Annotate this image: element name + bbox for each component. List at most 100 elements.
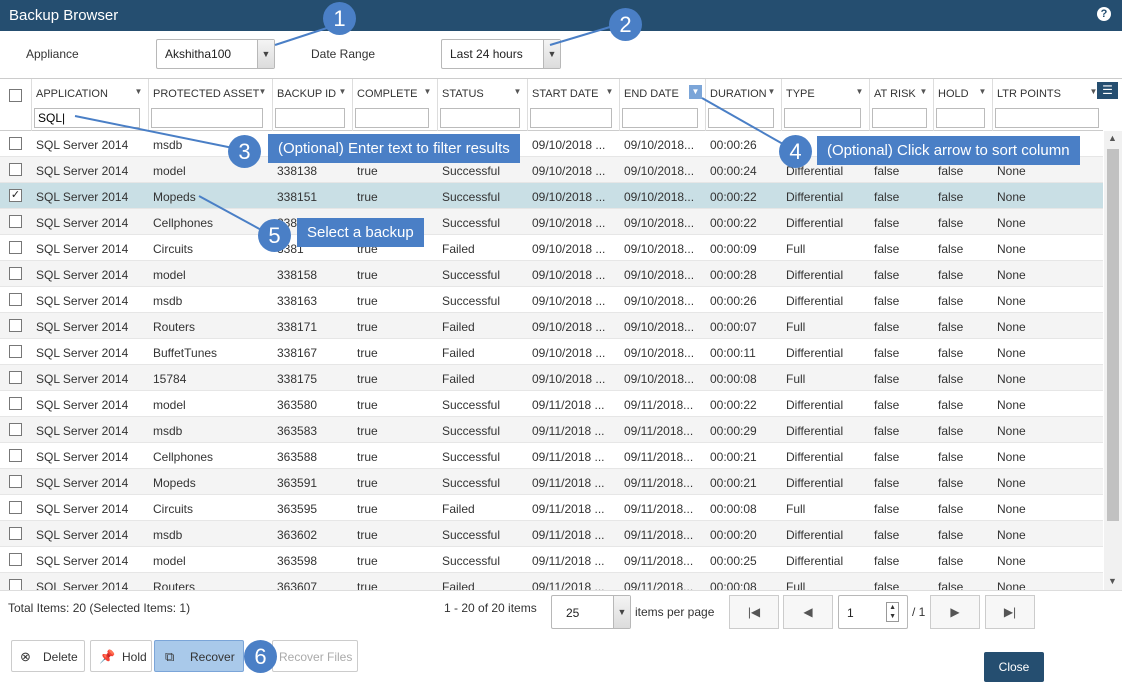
scroll-up-icon[interactable]: ▲ [1108, 133, 1117, 143]
chevron-down-icon[interactable]: ▼ [257, 40, 274, 68]
row-checkbox[interactable] [9, 423, 22, 436]
row-checkbox[interactable] [9, 371, 22, 384]
last-page-button[interactable]: ▶| [985, 595, 1035, 629]
table-row[interactable]: SQL Server 2014 model 338158 true Successful… [0, 261, 1103, 287]
column-header-hold[interactable]: HOLD ▼ [933, 79, 992, 131]
table-row[interactable]: SQL Server 2014 Routers 363607 true Failed 09… [0, 573, 1103, 590]
filter-input-at_risk[interactable] [872, 108, 927, 128]
sort-arrow-icon[interactable]: ▼ [853, 85, 866, 99]
table-row[interactable]: SQL Server 2014 Cellphones Successful 09/10… [0, 209, 1103, 235]
filter-input-status[interactable] [440, 108, 520, 128]
row-checkbox[interactable] [9, 449, 22, 462]
hold-button[interactable]: 📌 Hold [90, 640, 152, 672]
sort-arrow-icon[interactable]: ▼ [976, 85, 989, 99]
column-header-type[interactable]: TYPE ▼ [781, 79, 869, 131]
delete-button[interactable]: ⊗ Delete [11, 640, 85, 672]
help-icon[interactable]: ? [1097, 7, 1111, 21]
cell-asset: Mopeds [153, 476, 196, 490]
row-checkbox[interactable] [9, 345, 22, 358]
column-header-end[interactable]: END DATE ▼ [619, 79, 705, 131]
sort-arrow-icon[interactable]: ▼ [603, 85, 616, 99]
row-checkbox[interactable] [9, 163, 22, 176]
chevron-down-icon[interactable]: ▼ [543, 40, 560, 68]
select-all-checkbox[interactable] [9, 89, 22, 102]
row-checkbox[interactable] [9, 579, 22, 590]
table-row[interactable]: ✓ SQL Server 2014 Mopeds 338151 true Successf… [0, 183, 1103, 209]
table-row[interactable]: SQL Server 2014 15784 338175 true Failed 09/1… [0, 365, 1103, 391]
row-checkbox[interactable] [9, 397, 22, 410]
table-row[interactable]: SQL Server 2014 model 363598 true Successful… [0, 547, 1103, 573]
table-row[interactable]: SQL Server 2014 Circuits 363595 true Failed 0… [0, 495, 1103, 521]
filter-input-end[interactable] [622, 108, 698, 128]
row-checkbox[interactable] [9, 501, 22, 514]
vertical-scrollbar[interactable]: ▲ ▼ [1104, 131, 1122, 590]
row-checkbox[interactable] [9, 475, 22, 488]
sort-arrow-icon[interactable]: ▼ [765, 85, 778, 99]
filter-input-asset[interactable] [151, 108, 263, 128]
row-checkbox[interactable] [9, 527, 22, 540]
column-header-asset[interactable]: PROTECTED ASSET ▼ [148, 79, 272, 131]
column-header-ltr[interactable]: LTR POINTS ▼ [992, 79, 1103, 131]
cell-application: SQL Server 2014 [36, 190, 129, 204]
sort-arrow-icon[interactable]: ▼ [132, 85, 145, 99]
column-label: APPLICATION [36, 88, 108, 100]
sort-arrow-icon[interactable]: ▼ [689, 85, 702, 99]
recover-files-button[interactable]: Recover Files [272, 640, 358, 672]
row-checkbox[interactable]: ✓ [9, 189, 22, 202]
filter-input-backup_id[interactable] [275, 108, 345, 128]
table-row[interactable]: SQL Server 2014 model 363580 true Successful… [0, 391, 1103, 417]
table-row[interactable]: SQL Server 2014 Mopeds 363591 true Successfu… [0, 469, 1103, 495]
sort-arrow-icon[interactable]: ▼ [421, 85, 434, 99]
recover-button[interactable]: ⧉ Recover [154, 640, 244, 672]
filter-input-type[interactable] [784, 108, 861, 128]
column-menu-icon[interactable]: ☰ [1097, 82, 1118, 99]
table-row[interactable]: SQL Server 2014 BuffetTunes 338167 true Fail… [0, 339, 1103, 365]
column-header-at_risk[interactable]: AT RISK ▼ [869, 79, 933, 131]
sort-arrow-icon[interactable]: ▼ [917, 85, 930, 99]
row-checkbox[interactable] [9, 319, 22, 332]
cell-at_risk: false [874, 190, 900, 204]
row-checkbox[interactable] [9, 267, 22, 280]
prev-page-button[interactable]: ◀ [783, 595, 833, 629]
cell-asset: Routers [153, 580, 196, 590]
filter-input-start[interactable] [530, 108, 612, 128]
filter-input-hold[interactable] [936, 108, 985, 128]
table-row[interactable]: SQL Server 2014 msdb 363602 true Successful 0… [0, 521, 1103, 547]
column-header-application[interactable]: APPLICATION▼✕ [31, 79, 161, 131]
first-page-button[interactable]: |◀ [729, 595, 779, 629]
sort-arrow-icon[interactable]: ▼ [336, 85, 349, 99]
filter-input-application[interactable] [34, 108, 140, 128]
table-row[interactable]: SQL Server 2014 msdb 363583 true Successful 0… [0, 417, 1103, 443]
cell-status: Failed [442, 320, 475, 334]
sort-arrow-icon[interactable]: ▼ [511, 85, 524, 99]
column-header-complete[interactable]: COMPLETE ▼ [352, 79, 437, 131]
scrollbar-thumb[interactable] [1107, 149, 1119, 521]
filter-input-ltr[interactable] [995, 108, 1099, 128]
filter-input-duration[interactable] [708, 108, 774, 128]
next-page-button[interactable]: ▶ [930, 595, 980, 629]
sort-arrow-icon[interactable]: ▼ [256, 85, 269, 99]
page-size-select[interactable]: 25 ▼ [551, 595, 631, 629]
table-row[interactable]: SQL Server 2014 Circuits Failed 09/10/2018 … [0, 235, 1103, 261]
date-range-select[interactable]: Last 24 hours ▼ [441, 39, 561, 69]
column-header-start[interactable]: START DATE ▼ [527, 79, 619, 131]
filter-input-complete[interactable] [355, 108, 429, 128]
column-header-status[interactable]: STATUS ▼ [437, 79, 527, 131]
table-row[interactable]: SQL Server 2014 Cellphones 363588 true Succe… [0, 443, 1103, 469]
row-checkbox[interactable] [9, 553, 22, 566]
chevron-down-icon[interactable]: ▼ [613, 596, 630, 628]
row-checkbox[interactable] [9, 137, 22, 150]
row-checkbox[interactable] [9, 215, 22, 228]
table-row[interactable]: SQL Server 2014 msdb 338163 true Successful 0… [0, 287, 1103, 313]
row-checkbox[interactable] [9, 241, 22, 254]
scroll-down-icon[interactable]: ▼ [1108, 576, 1117, 586]
page-stepper-icon[interactable]: ▲ ▼ [886, 602, 899, 622]
row-checkbox[interactable] [9, 293, 22, 306]
column-header-duration[interactable]: DURATION ▼ [705, 79, 781, 131]
table-row[interactable]: SQL Server 2014 Routers 338171 true Failed 09… [0, 313, 1103, 339]
close-button[interactable]: Close [984, 652, 1044, 682]
appliance-select[interactable]: Akshitha100 ▼ [156, 39, 275, 69]
cell-at_risk: false [874, 476, 900, 490]
page-number-input[interactable]: 1 ▲ ▼ [838, 595, 908, 629]
column-header-backup_id[interactable]: BACKUP ID ▼ [272, 79, 352, 131]
